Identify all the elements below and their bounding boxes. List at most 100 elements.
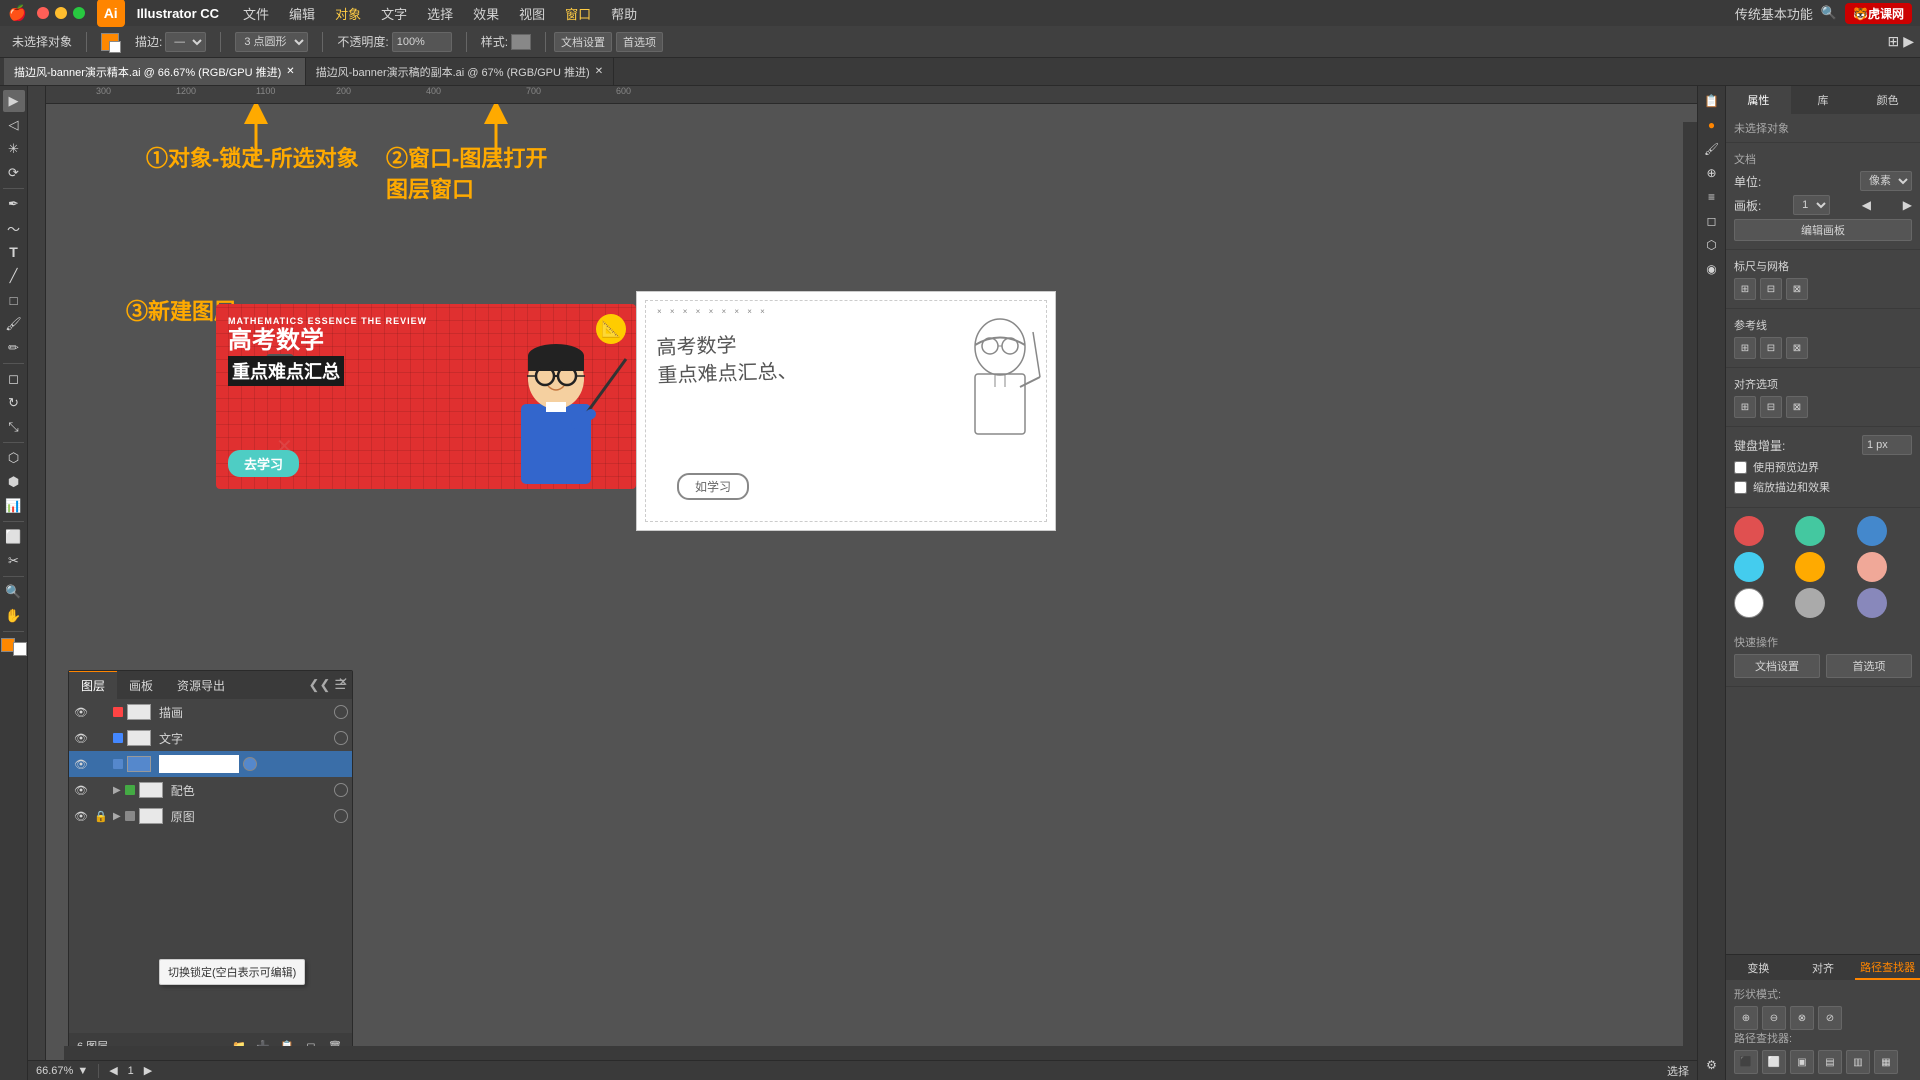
- guide-icon-3[interactable]: ⊠: [1786, 337, 1808, 359]
- menu-select[interactable]: 选择: [419, 4, 461, 23]
- merge-icon[interactable]: ▣: [1790, 1050, 1814, 1074]
- prev-artboard-icon[interactable]: ◀: [1862, 198, 1871, 212]
- layer-eye-2[interactable]: 👁: [73, 730, 89, 746]
- menu-text[interactable]: 文字: [373, 4, 415, 23]
- lasso-tool[interactable]: ⟳: [3, 162, 25, 184]
- color-swatch-cyan[interactable]: [1734, 552, 1764, 582]
- menu-effects[interactable]: 效果: [465, 4, 507, 23]
- symbol-tool[interactable]: ⬢: [3, 471, 25, 493]
- edit-artboard-btn[interactable]: 编辑画板: [1734, 219, 1912, 241]
- align-icon-1[interactable]: ⊞: [1734, 396, 1756, 418]
- preview-bounds-checkbox[interactable]: [1734, 461, 1747, 474]
- strip-appearance-icon[interactable]: ⬡: [1701, 234, 1723, 256]
- close-button[interactable]: [37, 7, 49, 19]
- curvature-tool[interactable]: 〜: [3, 217, 25, 239]
- menu-view[interactable]: 视图: [511, 4, 553, 23]
- search-icon[interactable]: 🔍: [1821, 5, 1837, 21]
- minus-front-icon[interactable]: ⊖: [1762, 1006, 1786, 1030]
- guide-icon-1[interactable]: ⊞: [1734, 337, 1756, 359]
- properties-tab[interactable]: 属性: [1726, 86, 1791, 114]
- next-artboard-icon[interactable]: ▶: [1903, 198, 1912, 212]
- blend-tool[interactable]: ⬡: [3, 447, 25, 469]
- pathfinder-tab[interactable]: 路径查找器: [1855, 955, 1920, 980]
- scale-effects-checkbox[interactable]: [1734, 481, 1747, 494]
- tab-2[interactable]: 描边风-banner演示稿的副本.ai @ 67% (RGB/GPU 推进) ✕: [306, 58, 614, 85]
- preferences-btn[interactable]: 首选项: [616, 32, 663, 52]
- panel-collapse-btn[interactable]: ❮❮: [309, 677, 331, 693]
- layer-row-1[interactable]: 👁 描画: [69, 699, 352, 725]
- color-swatch-white[interactable]: [1734, 588, 1764, 618]
- transform-tab[interactable]: 变换: [1726, 955, 1791, 980]
- paintbrush-tool[interactable]: 🖌: [3, 313, 25, 335]
- tab-1-close[interactable]: ✕: [286, 66, 294, 77]
- opacity-input[interactable]: [392, 32, 452, 52]
- layer-lock-3[interactable]: [93, 756, 109, 772]
- strip-stroke-icon[interactable]: ◻: [1701, 210, 1723, 232]
- color-swatch-teal[interactable]: [1795, 516, 1825, 546]
- outline-icon[interactable]: ▥: [1846, 1050, 1870, 1074]
- graph-tool[interactable]: 📊: [3, 495, 25, 517]
- ruler-icon-3[interactable]: ⊠: [1786, 278, 1808, 300]
- align-icon-2[interactable]: ⊟: [1760, 396, 1782, 418]
- layer-expand-5[interactable]: ▶: [113, 811, 121, 822]
- ruler-icon-2[interactable]: ⊟: [1760, 278, 1782, 300]
- artboard-nav-next[interactable]: ▶: [144, 1064, 152, 1077]
- menu-object[interactable]: 对象: [327, 4, 369, 23]
- doc-settings-btn[interactable]: 文档设置: [554, 32, 612, 52]
- maximize-button[interactable]: [73, 7, 85, 19]
- strip-align-icon[interactable]: ≡: [1701, 186, 1723, 208]
- rect-tool[interactable]: □: [3, 289, 25, 311]
- artboard-nav-prev[interactable]: ◀: [109, 1064, 117, 1077]
- tab-1[interactable]: 描边风-banner演示精本.ai @ 66.67% (RGB/GPU 推进) …: [4, 58, 306, 85]
- ruler-icon-1[interactable]: ⊞: [1734, 278, 1756, 300]
- divide-icon[interactable]: ⬛: [1734, 1050, 1758, 1074]
- align-icon-3[interactable]: ⊠: [1786, 396, 1808, 418]
- minimize-button[interactable]: [55, 7, 67, 19]
- eraser-tool[interactable]: ◻: [3, 368, 25, 390]
- minus-back-icon[interactable]: ▦: [1874, 1050, 1898, 1074]
- pencil-tool[interactable]: ✏: [3, 337, 25, 359]
- right-arrow-icon[interactable]: ▶: [1903, 33, 1914, 50]
- align-tab[interactable]: 对齐: [1791, 955, 1856, 980]
- menu-window[interactable]: 窗口: [557, 4, 599, 23]
- horizontal-scrollbar[interactable]: [64, 1046, 1697, 1060]
- strip-color-icon[interactable]: ●: [1701, 114, 1723, 136]
- color-swatch-blue[interactable]: [1857, 516, 1887, 546]
- strip-symbol-icon[interactable]: ⊕: [1701, 162, 1723, 184]
- layer-row-4[interactable]: 👁 ▶ 配色: [69, 777, 352, 803]
- layer-row-3[interactable]: 👁: [69, 751, 352, 777]
- color-swatch-red[interactable]: [1734, 516, 1764, 546]
- layer-lock-5[interactable]: 🔒: [93, 808, 109, 824]
- pen-tool[interactable]: ✒: [3, 193, 25, 215]
- magic-wand-tool[interactable]: ✳: [3, 138, 25, 160]
- menu-file[interactable]: 文件: [235, 4, 277, 23]
- layer-eye-4[interactable]: 👁: [73, 782, 89, 798]
- hand-tool[interactable]: ✋: [3, 605, 25, 627]
- apple-menu[interactable]: 🍎: [8, 4, 27, 22]
- menu-edit[interactable]: 编辑: [281, 4, 323, 23]
- strip-brush-icon[interactable]: 🖌: [1701, 138, 1723, 160]
- unite-icon[interactable]: ⊕: [1734, 1006, 1758, 1030]
- type-tool[interactable]: T: [3, 241, 25, 263]
- artboard-select[interactable]: 1: [1793, 195, 1830, 215]
- zoom-tool[interactable]: 🔍: [3, 581, 25, 603]
- snap-input[interactable]: [1862, 435, 1912, 455]
- trim-icon[interactable]: ⬜: [1762, 1050, 1786, 1074]
- unit-select[interactable]: 像素: [1860, 171, 1912, 191]
- stroke-color[interactable]: [13, 642, 27, 656]
- layer-eye-1[interactable]: 👁: [73, 704, 89, 720]
- arrange-icon[interactable]: ⊞: [1887, 33, 1899, 50]
- banner-btn[interactable]: 去学习: [228, 450, 299, 477]
- stroke-select[interactable]: —: [165, 32, 206, 52]
- rotate-tool[interactable]: ↻: [3, 392, 25, 414]
- intersect-icon[interactable]: ⊗: [1790, 1006, 1814, 1030]
- asset-export-tab[interactable]: 资源导出: [165, 671, 237, 699]
- layer-lock-1[interactable]: [93, 704, 109, 720]
- layers-tab[interactable]: 图层: [69, 671, 117, 699]
- zoom-dropdown[interactable]: ▼: [77, 1065, 88, 1077]
- artboards-tab[interactable]: 画板: [117, 671, 165, 699]
- artboard-tool[interactable]: ⬜: [3, 526, 25, 548]
- line-tool[interactable]: ╱: [3, 265, 25, 287]
- fill-stroke-area[interactable]: [95, 31, 125, 53]
- crop-icon[interactable]: ▤: [1818, 1050, 1842, 1074]
